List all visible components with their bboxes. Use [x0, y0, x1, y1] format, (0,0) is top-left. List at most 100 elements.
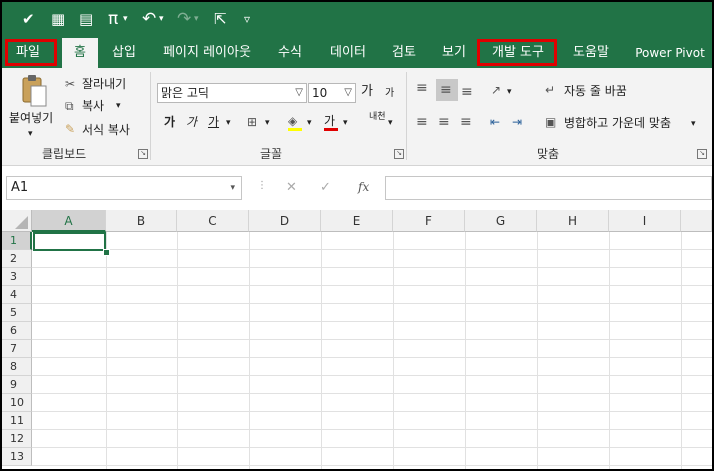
align-center-icon[interactable]: ≡ [438, 114, 450, 130]
name-box-dropdown-icon[interactable]: ▾ [230, 177, 235, 199]
tab-review[interactable]: 검토 [384, 38, 424, 68]
font-color-button[interactable]: 가 [324, 113, 335, 129]
decrease-indent-icon[interactable]: ⇤ [490, 114, 500, 130]
orientation-dropdown-icon[interactable]: ▾ [507, 84, 512, 100]
row-header[interactable]: 12 [2, 430, 32, 448]
selected-cell-a1[interactable] [33, 232, 106, 251]
undo-icon[interactable]: ↶ [142, 10, 156, 28]
font-size-dropdown-icon[interactable]: ▽ [344, 84, 352, 102]
tab-home[interactable]: 홈 [62, 38, 98, 68]
row-header[interactable]: 9 [2, 376, 32, 394]
pi-icon[interactable]: π [108, 10, 118, 28]
select-all-corner[interactable] [2, 210, 32, 232]
merge-dropdown-icon[interactable]: ▾ [691, 116, 696, 132]
fx-icon[interactable]: fx [358, 180, 369, 194]
cancel-icon[interactable]: ✕ [286, 180, 297, 195]
format-painter-icon[interactable]: ✎ [65, 121, 75, 137]
cut-icon[interactable]: ✂ [65, 76, 75, 92]
row-header[interactable]: 3 [2, 268, 32, 286]
row-header[interactable]: 10 [2, 394, 32, 412]
row-header[interactable]: 1 [2, 232, 32, 250]
tab-power-pivot[interactable]: Power Pivot [630, 38, 710, 68]
clipboard-launcher-icon[interactable]: ↘ [138, 149, 148, 159]
row-header[interactable]: 11 [2, 412, 32, 430]
grid-icon[interactable]: ▦ [51, 10, 65, 28]
grow-font-button[interactable]: 가 [361, 84, 373, 100]
copy-dropdown-icon[interactable]: ▾ [116, 98, 121, 114]
merge-center-button[interactable]: 병합하고 가운데 맞춤 [564, 115, 671, 131]
fill-color-dropdown-icon[interactable]: ▾ [307, 115, 312, 131]
row-header[interactable]: 4 [2, 286, 32, 304]
brush-icon[interactable]: ✔ [22, 10, 35, 28]
formula-input[interactable] [385, 176, 712, 200]
phonetic-dropdown-icon[interactable]: ▾ [388, 115, 393, 131]
wrap-text-button[interactable]: 자동 줄 바꿈 [564, 83, 627, 99]
fill-handle[interactable] [103, 249, 110, 256]
column-header[interactable]: A [32, 210, 106, 232]
underline-dropdown-icon[interactable]: ▾ [226, 115, 231, 131]
tab-help[interactable]: 도움말 [565, 38, 617, 68]
column-header[interactable]: D [249, 210, 321, 232]
column-header[interactable]: C [177, 210, 249, 232]
row-header[interactable]: 8 [2, 358, 32, 376]
column-header[interactable]: H [537, 210, 609, 232]
font-name-combo[interactable]: 맑은 고딕 ▽ [157, 83, 307, 103]
column-header[interactable]: G [465, 210, 537, 232]
row-header[interactable]: 13 [2, 448, 32, 466]
tab-page-layout[interactable]: 페이지 레이아웃 [156, 38, 258, 68]
font-size-combo[interactable]: 10 ▽ [308, 83, 356, 103]
wrap-text-icon[interactable]: ↵ [545, 82, 555, 98]
cut-button[interactable]: 잘라내기 [82, 76, 126, 92]
align-right-icon[interactable]: ≡ [460, 114, 472, 130]
worksheet-grid[interactable]: A B C D E F G H I 1 2 3 4 5 6 7 8 9 10 1… [2, 210, 712, 469]
table-icon[interactable]: ▤ [79, 10, 93, 28]
font-name-dropdown-icon[interactable]: ▽ [295, 84, 303, 102]
highlight-box-file [5, 39, 57, 66]
paste-dropdown-icon[interactable]: ▾ [28, 126, 33, 142]
pi-dropdown-icon[interactable]: ▾ [123, 10, 128, 28]
name-box[interactable]: A1 ▾ [6, 176, 242, 200]
border-dropdown-icon[interactable]: ▾ [265, 115, 270, 131]
font-color-dropdown-icon[interactable]: ▾ [343, 115, 348, 131]
fill-color-icon[interactable]: ◈ [288, 113, 297, 129]
shrink-font-button[interactable]: 가 [385, 86, 394, 102]
underline-button[interactable]: 가 [208, 114, 219, 130]
row-header[interactable]: 6 [2, 322, 32, 340]
tab-formulas[interactable]: 수식 [270, 38, 310, 68]
font-launcher-icon[interactable]: ↘ [394, 149, 404, 159]
paste-icon[interactable] [20, 74, 50, 108]
increase-indent-icon[interactable]: ⇥ [512, 114, 522, 130]
column-header[interactable]: I [609, 210, 681, 232]
italic-button[interactable]: 가 [186, 114, 197, 130]
column-header[interactable]: E [321, 210, 393, 232]
merge-center-icon[interactable]: ▣ [545, 114, 556, 130]
tab-data[interactable]: 데이터 [322, 38, 374, 68]
copy-button[interactable]: 복사 [82, 98, 104, 114]
align-left-icon[interactable]: ≡ [416, 114, 428, 130]
copy-icon[interactable]: ⧉ [65, 98, 74, 114]
align-middle-icon[interactable]: ≡ [440, 82, 452, 98]
row-header[interactable]: 7 [2, 340, 32, 358]
undo-dropdown-icon[interactable]: ▾ [159, 10, 164, 28]
alignment-launcher-icon[interactable]: ↘ [697, 149, 707, 159]
align-top-icon[interactable]: ≡ [416, 80, 428, 96]
customize-icon[interactable]: ▿ [244, 10, 250, 28]
column-header[interactable]: B [106, 210, 177, 232]
column-header[interactable]: F [393, 210, 465, 232]
align-bottom-icon[interactable]: ≡ [461, 84, 473, 100]
phonetic-button[interactable]: 내천 [369, 113, 386, 122]
tab-view[interactable]: 보기 [434, 38, 474, 68]
format-painter-button[interactable]: 서식 복사 [82, 122, 130, 138]
bold-button[interactable]: 가 [164, 114, 175, 130]
redo-dropdown-icon[interactable]: ▾ [194, 10, 199, 28]
paste-button[interactable]: 붙여넣기 [9, 110, 53, 126]
row-header[interactable]: 5 [2, 304, 32, 322]
row-header[interactable]: 2 [2, 250, 32, 268]
pointer-icon[interactable]: ⇱ [214, 10, 227, 28]
redo-icon[interactable]: ↷ [177, 10, 191, 28]
tab-insert[interactable]: 삽입 [104, 38, 144, 68]
orientation-icon[interactable]: ↗ [491, 82, 501, 98]
column-header[interactable] [681, 210, 712, 232]
border-icon[interactable]: ⊞ [247, 114, 257, 130]
enter-icon[interactable]: ✓ [320, 180, 331, 195]
